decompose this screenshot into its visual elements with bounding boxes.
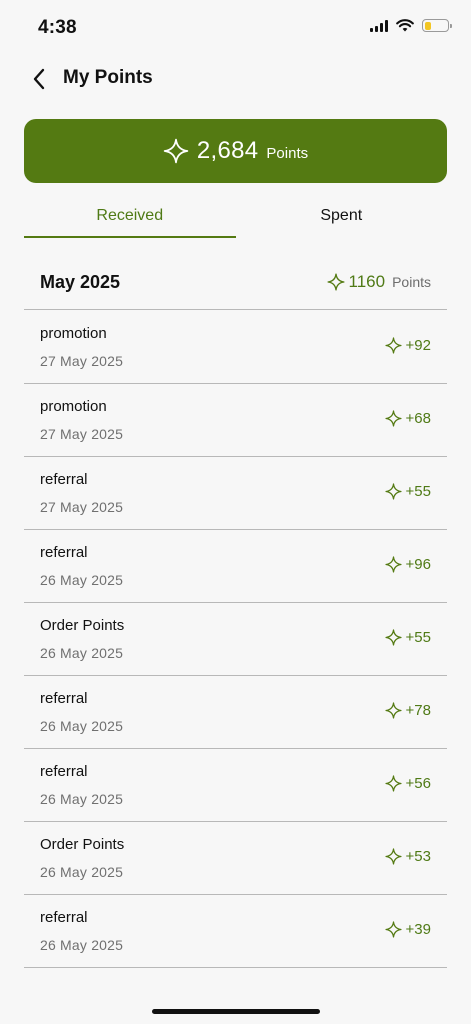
month-header: May 2025 1160 Points xyxy=(24,258,447,310)
entry-date: 26 May 2025 xyxy=(40,937,124,953)
entry-points-value: +55 xyxy=(405,629,431,646)
list-item[interactable]: referral 27 May 2025 +55 xyxy=(24,457,447,530)
list-item[interactable]: Order Points 26 May 2025 +55 xyxy=(24,603,447,676)
entry-points: +92 xyxy=(384,337,431,354)
entry-points-value: +53 xyxy=(405,848,431,865)
entry-title: referral xyxy=(40,909,88,926)
month-label: May 2025 xyxy=(40,272,121,292)
home-indicator[interactable] xyxy=(152,1009,320,1014)
entry-points-value: +56 xyxy=(405,775,431,792)
battery-icon xyxy=(422,19,452,32)
tab-bar: Received Spent xyxy=(24,200,447,240)
entry-points-value: +92 xyxy=(405,337,431,354)
entry-points: +96 xyxy=(384,556,431,573)
entry-date: 26 May 2025 xyxy=(40,864,124,880)
chevron-left-icon xyxy=(33,68,45,90)
entry-points: +55 xyxy=(384,483,431,500)
entry-date: 27 May 2025 xyxy=(40,426,124,442)
page-title: My Points xyxy=(63,67,153,88)
status-icons xyxy=(370,19,452,32)
entry-points: +39 xyxy=(384,921,431,938)
entry-title: referral xyxy=(40,544,88,561)
entry-title: promotion xyxy=(40,325,107,342)
tab-spent[interactable]: Spent xyxy=(236,200,448,240)
sparkle-icon xyxy=(384,921,402,938)
sparkle-icon xyxy=(384,483,402,500)
entry-points-value: +78 xyxy=(405,702,431,719)
month-total-unit: Points xyxy=(392,274,431,290)
sparkle-icon xyxy=(384,848,402,865)
entry-points-value: +96 xyxy=(405,556,431,573)
entry-points: +56 xyxy=(384,775,431,792)
entry-date: 27 May 2025 xyxy=(40,499,124,515)
entry-title: referral xyxy=(40,471,88,488)
list-item[interactable]: referral 26 May 2025 +78 xyxy=(24,676,447,749)
entry-points: +68 xyxy=(384,410,431,427)
list-item[interactable]: promotion 27 May 2025 +68 xyxy=(24,384,447,457)
entry-points: +55 xyxy=(384,629,431,646)
points-history-list: promotion 27 May 2025 +92 promotion 27 M… xyxy=(24,311,447,968)
header: My Points xyxy=(0,56,471,102)
balance-unit: Points xyxy=(266,145,309,162)
entry-title: promotion xyxy=(40,398,107,415)
entry-date: 26 May 2025 xyxy=(40,791,124,807)
status-time: 4:38 xyxy=(38,17,77,38)
entry-points-value: +55 xyxy=(405,483,431,500)
sparkle-icon xyxy=(384,775,402,792)
entry-date: 27 May 2025 xyxy=(40,353,124,369)
month-total: 1160 Points xyxy=(326,272,431,292)
sparkle-icon xyxy=(384,337,402,354)
list-item[interactable]: referral 26 May 2025 +96 xyxy=(24,530,447,603)
sparkle-icon xyxy=(326,273,345,291)
entry-points: +78 xyxy=(384,702,431,719)
entry-title: referral xyxy=(40,763,88,780)
back-button[interactable] xyxy=(28,66,50,92)
entry-points-value: +39 xyxy=(405,921,431,938)
signal-icon xyxy=(370,19,388,32)
tab-received[interactable]: Received xyxy=(24,200,236,240)
month-total-value: 1160 xyxy=(348,272,386,291)
list-item[interactable]: referral 26 May 2025 +56 xyxy=(24,749,447,822)
entry-date: 26 May 2025 xyxy=(40,645,124,661)
sparkle-icon xyxy=(384,702,402,719)
status-bar: 4:38 xyxy=(0,0,471,56)
list-item[interactable]: Order Points 26 May 2025 +53 xyxy=(24,822,447,895)
points-balance-card: 2,684 Points xyxy=(24,119,447,183)
entry-title: Order Points xyxy=(40,617,125,634)
entry-points: +53 xyxy=(384,848,431,865)
entry-title: Order Points xyxy=(40,836,125,853)
sparkle-icon xyxy=(384,556,402,573)
entry-title: referral xyxy=(40,690,88,707)
sparkle-icon xyxy=(163,138,189,164)
balance-value: 2,684 xyxy=(196,137,259,164)
list-item[interactable]: promotion 27 May 2025 +92 xyxy=(24,311,447,384)
sparkle-icon xyxy=(384,410,402,427)
wifi-icon xyxy=(396,19,414,32)
sparkle-icon xyxy=(384,629,402,646)
entry-date: 26 May 2025 xyxy=(40,572,124,588)
list-item[interactable]: referral 26 May 2025 +39 xyxy=(24,895,447,968)
entry-date: 26 May 2025 xyxy=(40,718,124,734)
entry-points-value: +68 xyxy=(405,410,431,427)
